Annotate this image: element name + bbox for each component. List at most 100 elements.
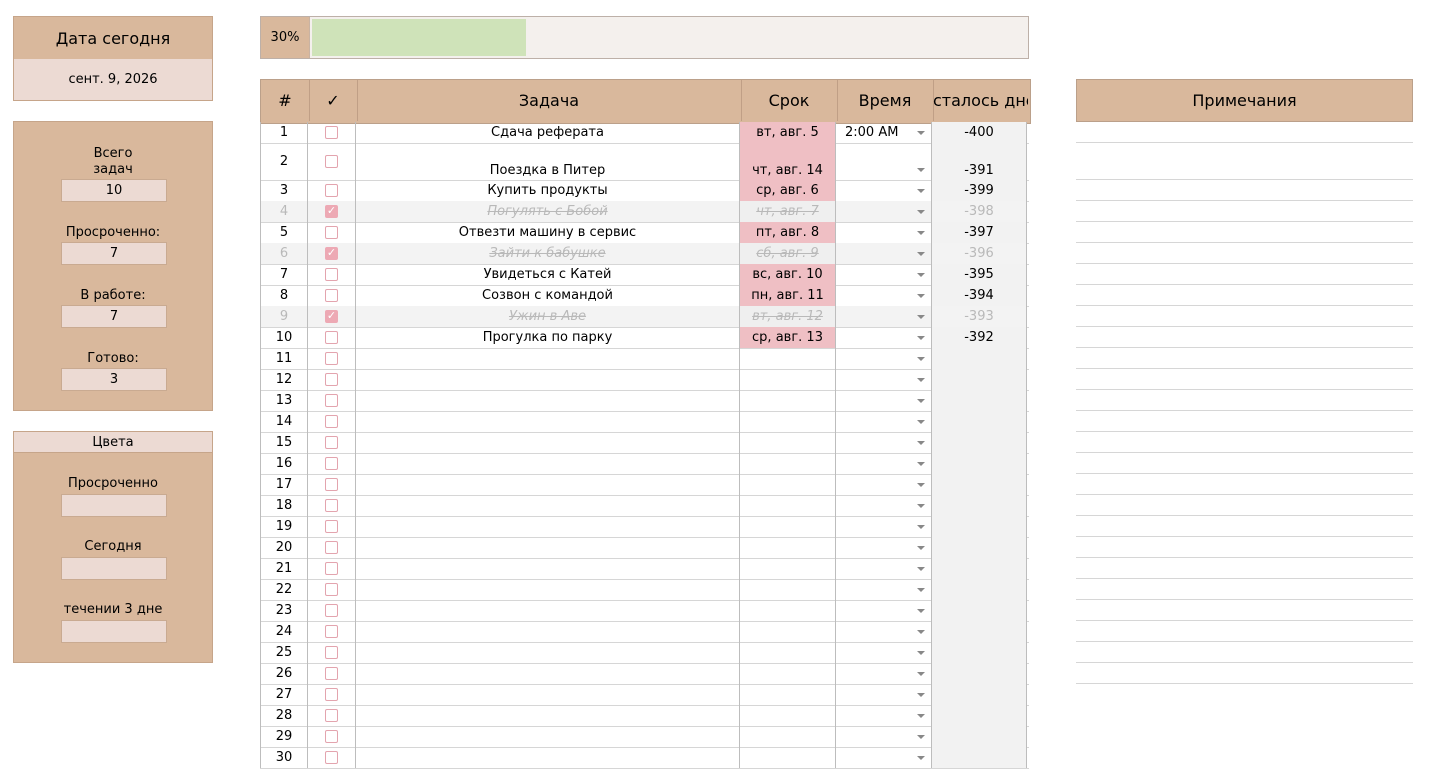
row-checkbox[interactable] — [308, 411, 356, 432]
row-due[interactable] — [740, 495, 836, 516]
row-task[interactable] — [356, 516, 740, 537]
row-checkbox[interactable]: ✓ — [308, 306, 356, 327]
dropdown-arrow-icon[interactable] — [917, 482, 925, 487]
notes-row[interactable] — [1076, 369, 1413, 390]
checkbox[interactable] — [325, 415, 338, 428]
row-task[interactable] — [356, 558, 740, 579]
checkbox[interactable] — [325, 562, 338, 575]
dropdown-arrow-icon[interactable] — [917, 356, 925, 361]
row-due[interactable] — [740, 600, 836, 621]
row-time[interactable] — [836, 243, 932, 264]
row-task[interactable]: Прогулка по парку — [356, 327, 740, 348]
row-checkbox[interactable] — [308, 285, 356, 306]
row-due[interactable] — [740, 747, 836, 768]
notes-row[interactable] — [1076, 474, 1413, 495]
notes-row[interactable] — [1076, 516, 1413, 537]
checkbox[interactable] — [325, 751, 338, 764]
dropdown-arrow-icon[interactable] — [917, 168, 925, 172]
row-task[interactable] — [356, 474, 740, 495]
row-checkbox[interactable] — [308, 369, 356, 390]
row-time[interactable] — [836, 285, 932, 306]
row-task[interactable] — [356, 453, 740, 474]
row-task[interactable] — [356, 747, 740, 768]
notes-row[interactable] — [1076, 122, 1413, 143]
notes-row[interactable] — [1076, 663, 1413, 684]
row-due[interactable] — [740, 516, 836, 537]
row-due[interactable] — [740, 621, 836, 642]
row-checkbox[interactable] — [308, 684, 356, 705]
row-due[interactable] — [740, 411, 836, 432]
dropdown-arrow-icon[interactable] — [917, 188, 925, 193]
checkbox[interactable] — [325, 625, 338, 638]
checkbox[interactable] — [325, 730, 338, 743]
row-time[interactable] — [836, 411, 932, 432]
row-checkbox[interactable] — [308, 558, 356, 579]
row-task[interactable]: Отвезти машину в сервис — [356, 222, 740, 243]
notes-row[interactable] — [1076, 201, 1413, 222]
row-task[interactable]: Созвон с командой — [356, 285, 740, 306]
row-checkbox[interactable] — [308, 122, 356, 143]
row-time[interactable] — [836, 143, 932, 180]
legend-3days-swatch[interactable] — [61, 620, 167, 643]
notes-row[interactable] — [1076, 306, 1413, 327]
notes-row[interactable] — [1076, 537, 1413, 558]
row-checkbox[interactable] — [308, 432, 356, 453]
row-time[interactable] — [836, 432, 932, 453]
checkbox[interactable] — [325, 499, 338, 512]
row-due[interactable] — [740, 558, 836, 579]
notes-row[interactable] — [1076, 642, 1413, 663]
row-task[interactable]: Увидеться с Катей — [356, 264, 740, 285]
row-task[interactable] — [356, 369, 740, 390]
row-due[interactable] — [740, 579, 836, 600]
notes-row[interactable] — [1076, 600, 1413, 621]
row-due[interactable]: вс, авг. 10 — [740, 264, 836, 285]
notes-row[interactable] — [1076, 222, 1413, 243]
dropdown-arrow-icon[interactable] — [917, 230, 925, 235]
notes-row[interactable] — [1076, 621, 1413, 642]
row-checkbox[interactable] — [308, 537, 356, 558]
row-checkbox[interactable] — [308, 348, 356, 369]
dropdown-arrow-icon[interactable] — [917, 419, 925, 424]
row-task[interactable]: Ужин в Аве — [356, 306, 740, 327]
row-due[interactable] — [740, 474, 836, 495]
row-time[interactable] — [836, 348, 932, 369]
notes-row[interactable] — [1076, 558, 1413, 579]
checkbox[interactable] — [325, 184, 338, 197]
row-checkbox[interactable] — [308, 747, 356, 768]
row-checkbox[interactable] — [308, 726, 356, 747]
row-checkbox[interactable] — [308, 474, 356, 495]
row-due[interactable] — [740, 348, 836, 369]
row-checkbox[interactable] — [308, 453, 356, 474]
notes-row[interactable] — [1076, 285, 1413, 306]
checkbox[interactable] — [325, 373, 338, 386]
dropdown-arrow-icon[interactable] — [917, 130, 925, 135]
dropdown-arrow-icon[interactable] — [917, 440, 925, 445]
row-time[interactable] — [836, 180, 932, 201]
checkbox[interactable] — [325, 155, 338, 168]
row-task[interactable] — [356, 495, 740, 516]
row-time[interactable] — [836, 306, 932, 327]
row-time[interactable] — [836, 642, 932, 663]
dropdown-arrow-icon[interactable] — [917, 650, 925, 655]
dropdown-arrow-icon[interactable] — [917, 755, 925, 760]
row-due[interactable]: чт, авг. 7 — [740, 201, 836, 222]
dropdown-arrow-icon[interactable] — [917, 629, 925, 634]
row-time[interactable] — [836, 495, 932, 516]
notes-row[interactable] — [1076, 495, 1413, 516]
row-due[interactable]: пн, авг. 11 — [740, 285, 836, 306]
row-time[interactable] — [836, 579, 932, 600]
checkbox[interactable] — [325, 289, 338, 302]
notes-row[interactable] — [1076, 327, 1413, 348]
checkbox[interactable] — [325, 126, 338, 139]
dropdown-arrow-icon[interactable] — [917, 734, 925, 739]
checked-checkbox[interactable]: ✓ — [325, 310, 338, 323]
checkbox[interactable] — [325, 394, 338, 407]
notes-row[interactable] — [1076, 348, 1413, 369]
row-task[interactable]: Зайти к бабушке — [356, 243, 740, 264]
checkbox[interactable] — [325, 520, 338, 533]
row-checkbox[interactable] — [308, 222, 356, 243]
row-checkbox[interactable] — [308, 705, 356, 726]
row-task[interactable] — [356, 705, 740, 726]
row-time[interactable] — [836, 369, 932, 390]
row-due[interactable] — [740, 453, 836, 474]
